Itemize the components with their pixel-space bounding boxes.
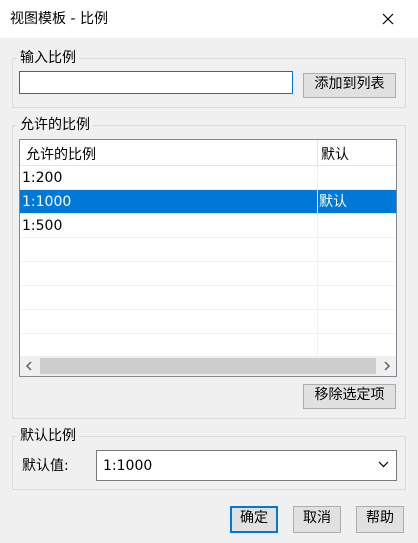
ok-button[interactable]: 确定	[230, 506, 278, 533]
list-row[interactable]: 1:200	[20, 166, 396, 190]
ratio-list[interactable]: 允许的比例 默认 1:200 1:1000 默认 1:500	[19, 139, 397, 377]
chevron-down-icon	[378, 461, 389, 468]
list-rows: 1:200 1:1000 默认 1:500	[20, 166, 396, 358]
list-row[interactable]	[20, 310, 396, 334]
row-divider	[317, 190, 318, 214]
list-row[interactable]: 1:500	[20, 214, 396, 238]
input-ratio-legend: 输入比例	[20, 50, 76, 66]
allowed-ratios-legend: 允许的比例	[20, 117, 90, 133]
row-divider	[317, 334, 318, 358]
row-divider	[317, 286, 318, 310]
scrollbar-thumb[interactable]	[40, 358, 376, 374]
help-button[interactable]: 帮助	[356, 506, 404, 533]
row-divider	[317, 166, 318, 190]
row-divider	[317, 310, 318, 334]
list-row-selected[interactable]: 1:1000 默认	[20, 190, 396, 214]
title-bar: 视图模板 - 比例	[0, 0, 418, 38]
row-divider	[317, 238, 318, 262]
list-row[interactable]	[20, 286, 396, 310]
window-title: 视图模板 - 比例	[10, 11, 108, 27]
list-header: 允许的比例 默认	[20, 140, 396, 166]
default-value-label: 默认值:	[22, 458, 69, 474]
row-default: 默认	[319, 194, 347, 210]
list-row[interactable]	[20, 262, 396, 286]
close-button[interactable]	[372, 6, 404, 32]
column-header-ratio[interactable]: 允许的比例	[26, 144, 96, 164]
horizontal-scrollbar[interactable]	[20, 356, 396, 376]
close-icon	[382, 13, 394, 25]
column-header-default[interactable]: 默认	[321, 144, 349, 164]
cancel-button[interactable]: 取消	[293, 506, 341, 533]
ratio-input[interactable]	[19, 71, 293, 94]
row-divider	[317, 262, 318, 286]
chevron-right-icon	[384, 361, 391, 371]
row-ratio: 1:200	[22, 170, 63, 186]
list-row[interactable]	[20, 334, 396, 358]
default-value-dropdown[interactable]: 1:1000	[96, 450, 397, 481]
remove-selected-button[interactable]: 移除选定项	[303, 384, 396, 409]
scroll-left-button[interactable]	[20, 356, 38, 376]
list-row[interactable]	[20, 238, 396, 262]
row-ratio: 1:500	[22, 218, 63, 234]
add-to-list-button[interactable]: 添加到列表	[303, 73, 396, 98]
row-divider	[317, 214, 318, 238]
default-ratio-legend: 默认比例	[20, 428, 76, 444]
column-divider[interactable]	[317, 140, 318, 166]
chevron-left-icon	[25, 361, 32, 371]
scroll-right-button[interactable]	[378, 356, 396, 376]
row-ratio: 1:1000	[22, 194, 72, 210]
dropdown-selected-value: 1:1000	[103, 458, 153, 474]
